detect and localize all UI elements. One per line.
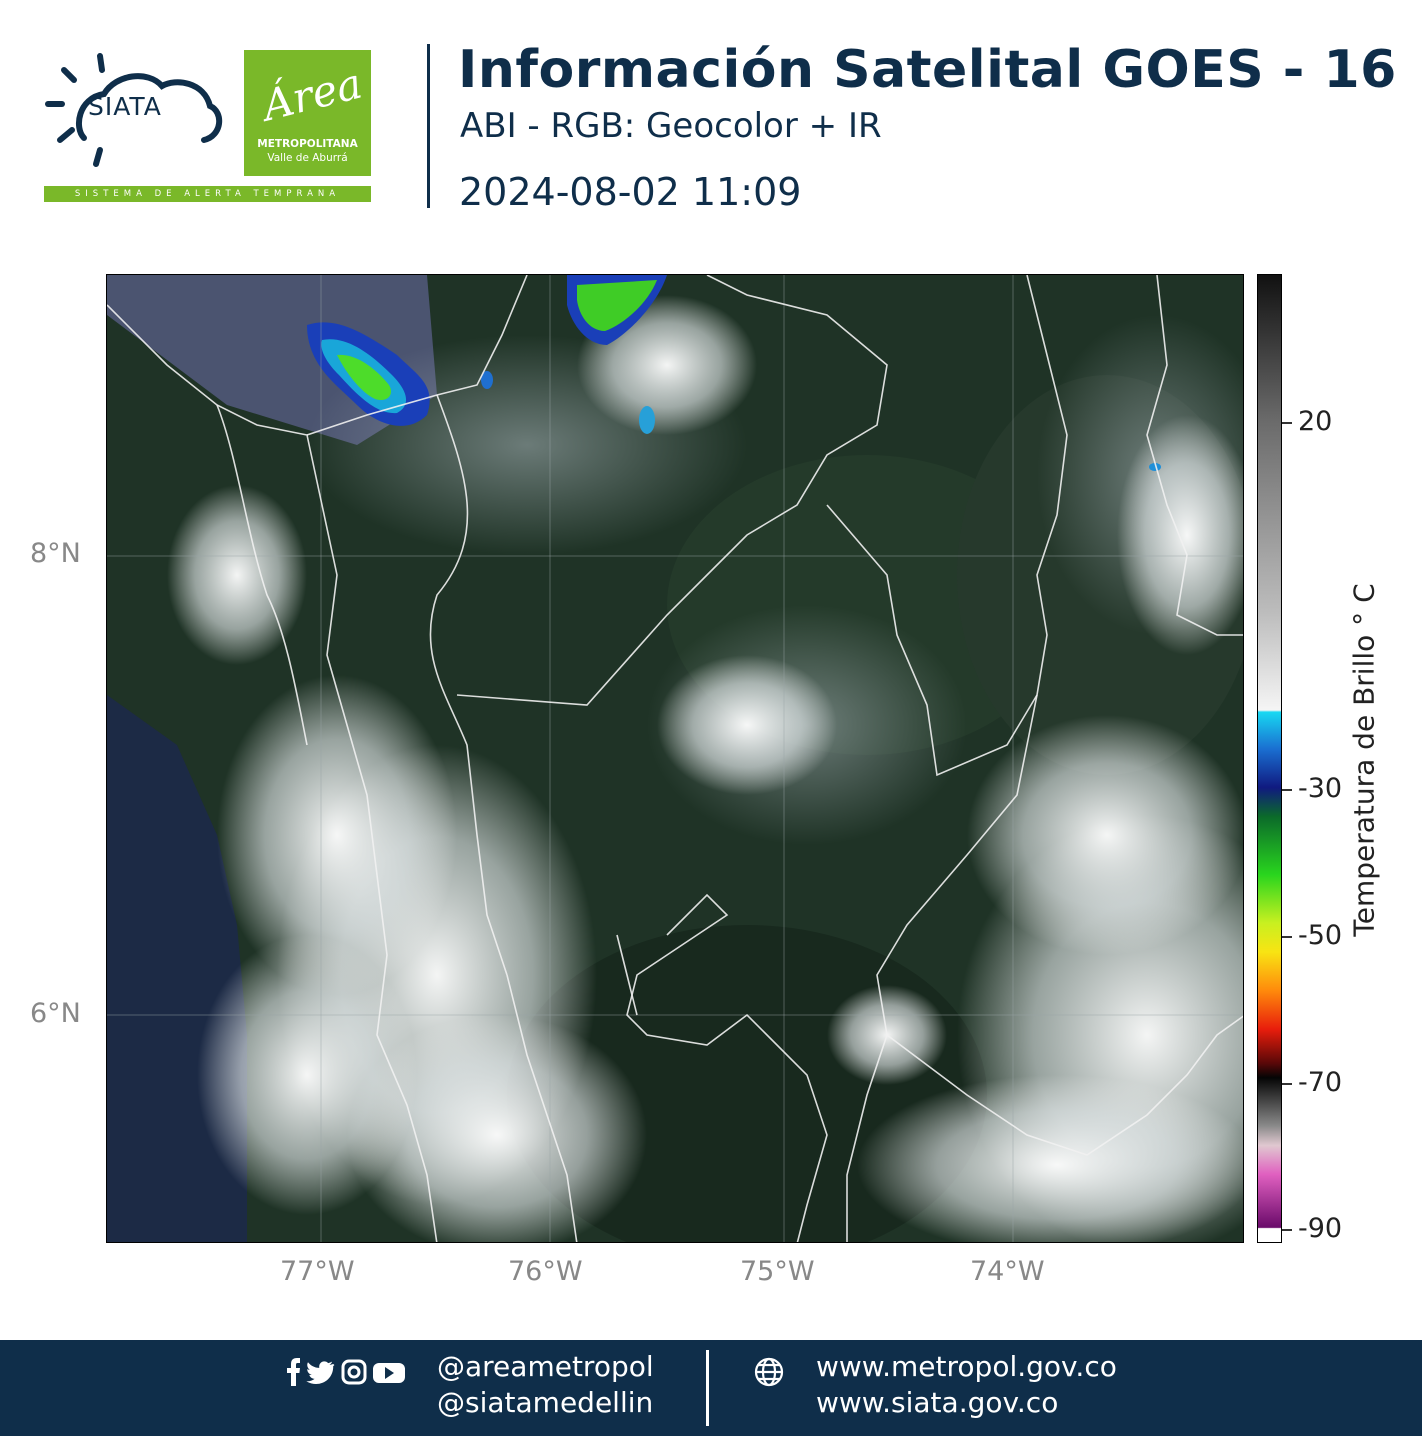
- colorbar-tick: [1282, 789, 1292, 791]
- colorbar-label-minus30: -30: [1298, 773, 1343, 804]
- header-divider: [427, 44, 430, 208]
- colorbar-tick: [1282, 1229, 1292, 1231]
- colorbar-tick: [1282, 422, 1292, 424]
- colorbar-label-minus70: -70: [1298, 1067, 1343, 1098]
- twitter-icon[interactable]: [306, 1361, 335, 1384]
- satellite-image: [107, 275, 1243, 1242]
- footer-divider: [706, 1350, 709, 1426]
- lat-label-6n: 6°N: [30, 998, 81, 1029]
- instagram-icon[interactable]: [341, 1359, 367, 1385]
- lon-label-74w: 74°W: [970, 1256, 1045, 1287]
- footer-link-metropol[interactable]: www.metropol.gov.co: [816, 1350, 1117, 1383]
- colorbar-label-minus90: -90: [1298, 1213, 1343, 1244]
- social-icons: [287, 1358, 405, 1386]
- footer-handle-areametropol[interactable]: @areametropol: [437, 1350, 654, 1383]
- globe-icon: [754, 1357, 784, 1387]
- header: SIATA Área METROPOLITANA Valle de Aburrá…: [0, 0, 1422, 240]
- footer: [0, 1340, 1422, 1436]
- page-title: Información Satelital GOES - 16: [458, 40, 1397, 100]
- footer-handle-siatamedellin[interactable]: @siatamedellin: [437, 1386, 653, 1419]
- colorbar-label-minus50: -50: [1298, 920, 1343, 951]
- page-subtitle: ABI - RGB: Geocolor + IR: [460, 106, 882, 146]
- satellite-map: [106, 274, 1244, 1243]
- footer-link-siata[interactable]: www.siata.gov.co: [816, 1386, 1058, 1419]
- area-sub-label-2: Valle de Aburrá: [267, 152, 348, 164]
- facebook-icon[interactable]: [287, 1358, 300, 1386]
- lat-label-8n: 8°N: [30, 538, 81, 569]
- colorbar: [1257, 274, 1282, 1243]
- image-datetime: 2024-08-02 11:09: [459, 170, 802, 214]
- lon-label-76w: 76°W: [508, 1256, 583, 1287]
- colorbar-tick: [1282, 936, 1292, 938]
- colorbar-label-20: 20: [1298, 406, 1333, 437]
- siata-tagline: SISTEMA DE ALERTA TEMPRANA: [44, 186, 371, 202]
- youtube-icon[interactable]: [373, 1363, 405, 1383]
- area-sub-label: METROPOLITANA: [257, 138, 358, 150]
- colorbar-title: Temperatura de Brillo ° C: [1347, 583, 1381, 937]
- colorbar-tick: [1282, 1083, 1292, 1085]
- lon-label-77w: 77°W: [280, 1256, 355, 1287]
- lon-label-75w: 75°W: [740, 1256, 815, 1287]
- siata-wordmark: SIATA: [88, 92, 162, 121]
